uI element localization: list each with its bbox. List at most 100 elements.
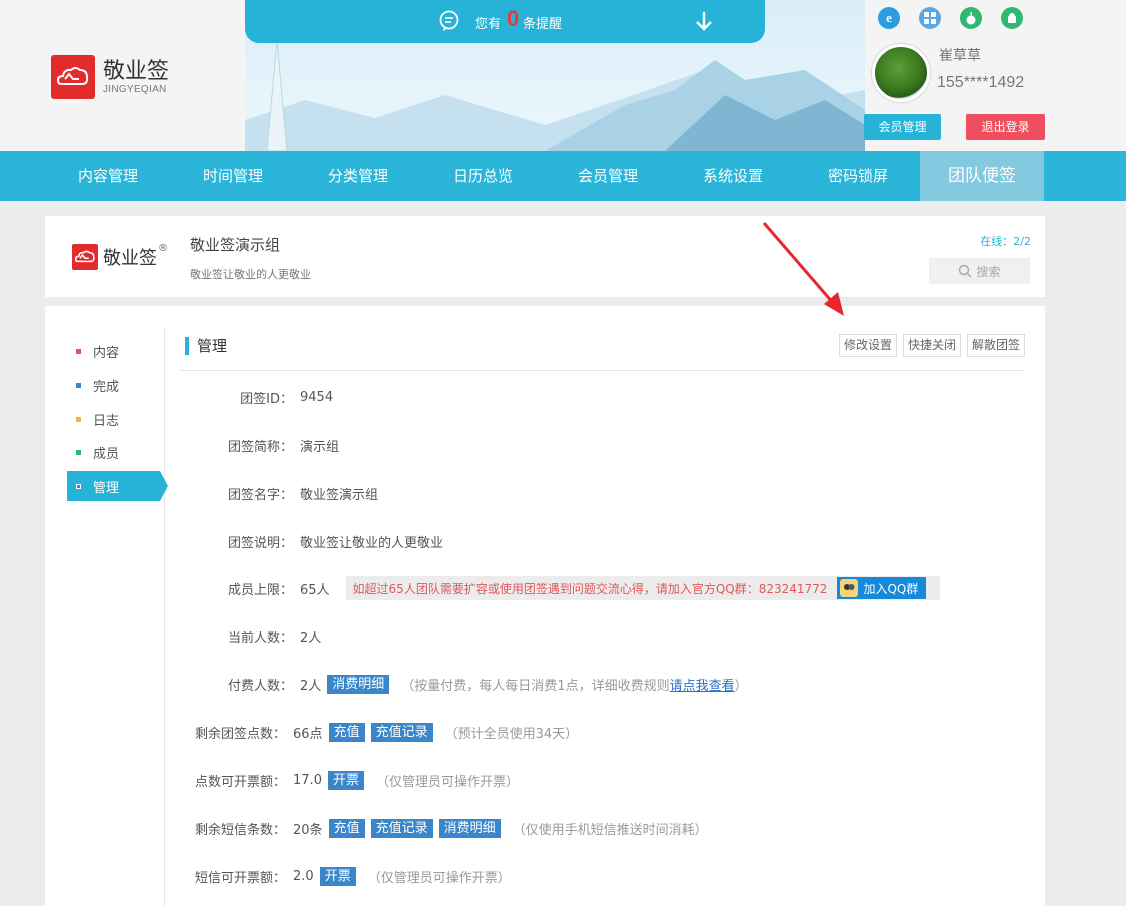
sidebar-divider bbox=[164, 328, 165, 906]
bullet-icon bbox=[76, 348, 81, 354]
nav-settings[interactable]: 系统设置 bbox=[671, 151, 795, 201]
field-label: 团签名字： bbox=[227, 487, 293, 503]
bullet-icon bbox=[76, 483, 81, 489]
warning-text: 如超过65人团队需要扩容或使用团签遇到问题交流心得，请加入官方QQ群：82324… bbox=[352, 581, 828, 596]
field-value: 2人 bbox=[300, 678, 322, 694]
section-title-text: 管理 bbox=[197, 337, 228, 355]
nav-content[interactable]: 内容管理 bbox=[46, 151, 170, 201]
quick-close-button[interactable]: 快捷关闭 bbox=[902, 334, 961, 357]
logout-button[interactable]: 退出登录 bbox=[966, 114, 1045, 140]
apple-icon[interactable] bbox=[960, 7, 982, 29]
nav-member[interactable]: 会员管理 bbox=[546, 151, 670, 201]
field-current-count: 当前人数： 2人 bbox=[195, 624, 321, 648]
qq-group-icon bbox=[840, 579, 859, 597]
field-label: 付费人数： bbox=[227, 678, 293, 694]
field-label: 点数可开票额： bbox=[195, 774, 287, 790]
ie-icon[interactable]: e bbox=[878, 7, 900, 29]
field-member-limit: 成员上限： 65人 如超过65人团队需要扩容或使用团签遇到问题交流心得，请加入官… bbox=[195, 576, 940, 600]
site-header: 您有 0 条提醒 敬业签 JINGYEQIAN e 崔草草 155****149… bbox=[0, 0, 1126, 151]
edit-settings-button[interactable]: 修改设置 bbox=[838, 334, 897, 357]
qq-button-label: 加入QQ群 bbox=[863, 581, 919, 596]
nav-category[interactable]: 分类管理 bbox=[296, 151, 420, 201]
title-accent-bar bbox=[185, 336, 189, 355]
group-logo: 敬业签 ® bbox=[72, 243, 168, 270]
field-group-id: 团签ID： 9454 bbox=[195, 385, 333, 409]
sms-recharge-button[interactable]: 充值 bbox=[328, 818, 365, 838]
field-short-name: 团签简称： 演示组 bbox=[195, 433, 339, 457]
user-avatar[interactable] bbox=[872, 44, 930, 102]
field-value: 2.0 bbox=[293, 868, 314, 884]
search-icon bbox=[959, 264, 973, 278]
windows-icon[interactable] bbox=[919, 7, 941, 29]
note-suffix: ） bbox=[734, 678, 748, 694]
group-description: 敬业签让敬业的人更敬业 bbox=[190, 268, 311, 281]
sms-invoice-note: （仅管理员可操作开票） bbox=[367, 870, 511, 886]
sidebar-item-label: 完成 bbox=[93, 379, 120, 395]
nav-calendar[interactable]: 日历总览 bbox=[421, 151, 545, 201]
notice-suffix: 条提醒 bbox=[523, 17, 563, 32]
nav-lock[interactable]: 密码锁屏 bbox=[796, 151, 920, 201]
join-qq-group-button[interactable]: 加入QQ群 bbox=[837, 577, 927, 599]
field-value: 65人 bbox=[300, 582, 330, 598]
sms-consumption-detail-button[interactable]: 消费明细 bbox=[438, 818, 501, 838]
sidebar-item-done[interactable]: 完成 bbox=[67, 370, 160, 400]
notice-count: 0 bbox=[507, 6, 520, 31]
bullet-icon bbox=[76, 382, 81, 388]
brand-logo[interactable]: 敬业签 JINGYEQIAN bbox=[51, 55, 169, 99]
notification-bar[interactable]: 您有 0 条提醒 bbox=[245, 0, 765, 43]
android-icon[interactable] bbox=[1001, 7, 1023, 29]
brand-name: 敬业签 bbox=[103, 58, 170, 84]
nav-team[interactable]: 团队便签 bbox=[920, 151, 1044, 201]
sidebar-item-manage[interactable]: 管理 bbox=[67, 471, 168, 501]
user-phone: 155****1492 bbox=[937, 74, 1025, 91]
sidebar-item-content[interactable]: 内容 bbox=[67, 336, 160, 366]
nav-time[interactable]: 时间管理 bbox=[171, 151, 295, 201]
field-value: 敬业签演示组 bbox=[300, 487, 379, 503]
sms-note: （仅使用手机短信推送时间消耗） bbox=[512, 822, 708, 838]
user-name: 崔草草 bbox=[939, 48, 981, 64]
field-label: 剩余团签点数： bbox=[195, 726, 287, 742]
sms-recharge-history-button[interactable]: 充值记录 bbox=[370, 818, 433, 838]
cloud-logo-icon bbox=[72, 244, 98, 270]
billing-note: （按量付费，每人每日消费1点，详细收费规则请点我查看） bbox=[401, 675, 747, 694]
recharge-history-button[interactable]: 充值记录 bbox=[370, 722, 433, 742]
platform-icons: e bbox=[878, 7, 1023, 29]
bullet-icon bbox=[76, 449, 81, 455]
billing-rules-link[interactable]: 请点我查看 bbox=[670, 679, 735, 694]
field-value: 演示组 bbox=[300, 439, 340, 455]
consumption-detail-button[interactable]: 消费明细 bbox=[327, 674, 390, 694]
field-points-invoice: 点数可开票额： 17.0 开票 （仅管理员可操作开票） bbox=[195, 768, 519, 792]
section-divider bbox=[179, 370, 1025, 371]
field-label: 团签说明： bbox=[227, 535, 293, 551]
sidebar-item-label: 管理 bbox=[93, 480, 120, 496]
message-bubble-icon bbox=[439, 10, 459, 31]
field-sms-left: 剩余短信条数： 20条 充值 充值记录 消费明细 （仅使用手机短信推送时间消耗） bbox=[195, 816, 708, 840]
dissolve-group-button[interactable]: 解散团签 bbox=[966, 334, 1025, 357]
group-name: 敬业签演示组 bbox=[190, 236, 281, 254]
invoice-button[interactable]: 开票 bbox=[327, 770, 364, 790]
main-nav: 内容管理 时间管理 分类管理 日历总览 会员管理 系统设置 密码锁屏 团队便签 bbox=[0, 151, 1126, 201]
sidebar-item-label: 成员 bbox=[93, 446, 120, 462]
arrow-down-icon[interactable] bbox=[695, 11, 713, 31]
field-label: 团签简称： bbox=[227, 439, 293, 455]
field-label: 团签ID： bbox=[240, 391, 293, 407]
field-paid-count: 付费人数： 2人 消费明细 （按量付费，每人每日消费1点，详细收费规则请点我查看… bbox=[195, 672, 748, 696]
field-description: 团签说明： 敬业签让敬业的人更敬业 bbox=[195, 529, 443, 553]
field-label: 剩余短信条数： bbox=[195, 822, 287, 838]
bullet-icon bbox=[76, 416, 81, 422]
field-value: 17.0 bbox=[293, 772, 322, 788]
sidebar-item-members[interactable]: 成员 bbox=[67, 437, 160, 467]
search-placeholder: 搜索 bbox=[976, 264, 1001, 279]
field-value: 9454 bbox=[300, 389, 334, 405]
search-input[interactable]: 搜索 bbox=[929, 258, 1030, 284]
invoice-note: （仅管理员可操作开票） bbox=[375, 774, 519, 790]
sms-invoice-button[interactable]: 开票 bbox=[319, 866, 356, 886]
section-actions: 修改设置 快捷关闭 解散团签 bbox=[838, 334, 1025, 357]
field-value: 66点 bbox=[293, 726, 323, 742]
cloud-logo-icon bbox=[51, 55, 95, 99]
sidebar-item-log[interactable]: 日志 bbox=[67, 404, 160, 434]
recharge-button[interactable]: 充值 bbox=[328, 722, 365, 742]
notice-prefix: 您有 bbox=[475, 17, 502, 32]
member-management-button[interactable]: 会员管理 bbox=[864, 114, 941, 140]
section-title: 管理 bbox=[185, 335, 227, 356]
